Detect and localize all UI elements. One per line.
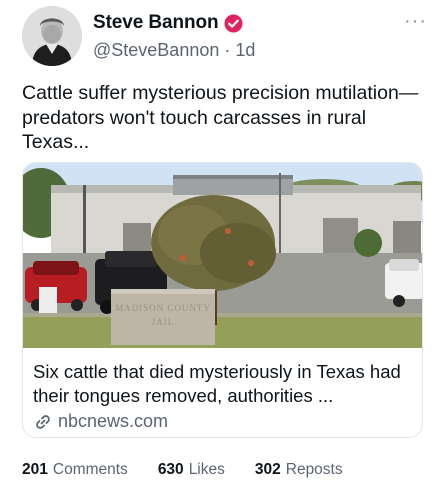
post-text: Cattle suffer mysterious precision mutil…: [22, 82, 419, 153]
separator: ·: [224, 40, 231, 60]
comments-count: 201: [22, 461, 48, 478]
reposts-label: Reposts: [285, 461, 343, 478]
handle[interactable]: @SteveBannon: [93, 40, 219, 60]
verified-badge-icon: [223, 13, 243, 33]
comments-label: Comments: [52, 461, 128, 478]
reposts-stat[interactable]: 302 Reposts: [255, 461, 343, 479]
likes-stat[interactable]: 630 Likes: [158, 461, 225, 479]
card-domain[interactable]: nbcnews.com: [33, 411, 168, 432]
jail-photo: MADISON COUNTY JAIL: [23, 163, 422, 348]
svg-text:JAIL: JAIL: [152, 317, 175, 327]
card-title[interactable]: Six cattle that died mysteriously in Tex…: [33, 360, 418, 408]
card-domain-text: nbcnews.com: [58, 411, 169, 431]
link-preview-card[interactable]: MADISON COUNTY JAIL Six cattle that died…: [22, 162, 423, 438]
display-name[interactable]: Steve Bannon: [93, 12, 219, 34]
handle-row: @SteveBannon · 1d: [93, 40, 255, 61]
reposts-count: 302: [254, 461, 281, 478]
profile-photo-icon: [22, 6, 82, 66]
likes-count: 630: [157, 461, 184, 478]
avatar[interactable]: [22, 6, 82, 66]
post-stats: 201 Comments 630 Likes 302 Reposts: [22, 461, 373, 479]
post-time[interactable]: 1d: [235, 40, 255, 60]
link-icon: [36, 414, 50, 429]
comments-stat[interactable]: 201 Comments: [22, 461, 128, 479]
post-header: Steve Bannon @SteveBannon · 1d ···: [0, 0, 445, 72]
more-options-icon[interactable]: ···: [404, 10, 427, 33]
card-image[interactable]: MADISON COUNTY JAIL: [23, 163, 422, 348]
sign-text: MADISON COUNTY: [115, 303, 211, 313]
likes-label: Likes: [188, 461, 225, 478]
